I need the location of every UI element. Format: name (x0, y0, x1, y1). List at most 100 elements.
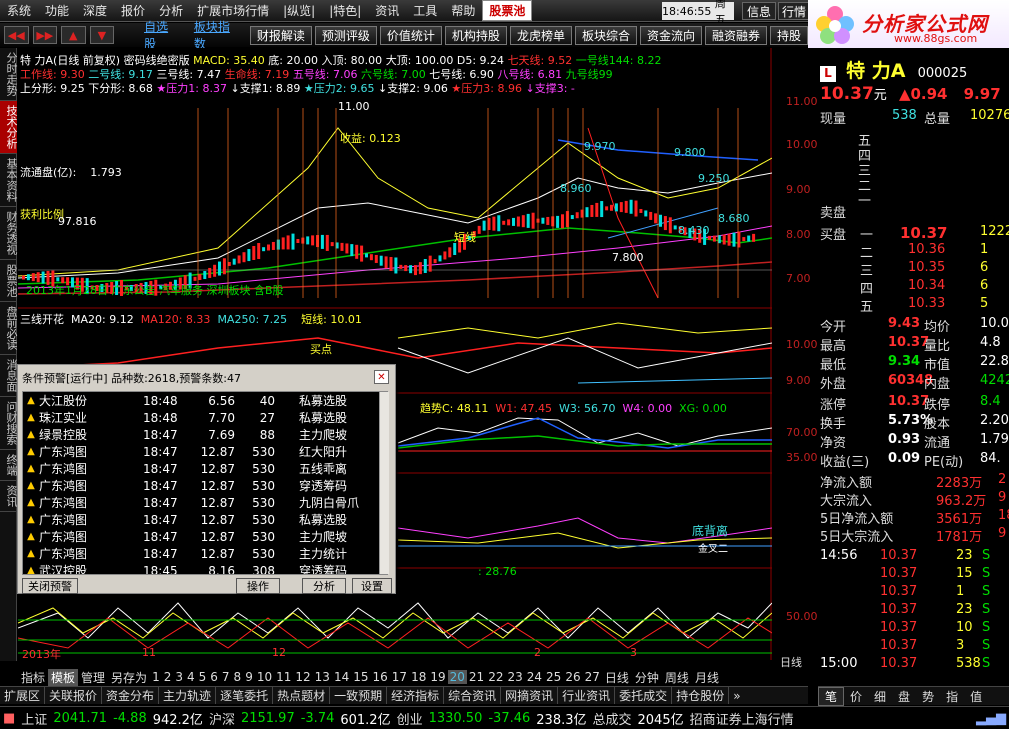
period-minute[interactable]: 分钟 (632, 669, 662, 686)
function-item[interactable]: 热点题材 (273, 687, 331, 704)
template-number[interactable]: 5 (197, 670, 209, 684)
back-button[interactable]: ◀◀ (4, 26, 29, 44)
function-item[interactable]: 扩展区 (0, 687, 46, 704)
btn-sector-overview[interactable]: 板块综合 (574, 25, 637, 45)
template-number[interactable]: 16 (371, 670, 390, 684)
template-number[interactable]: 23 (505, 670, 524, 684)
menu-system[interactable]: 系统 (0, 2, 38, 19)
menu-stock-pool[interactable]: 股票池 (482, 0, 533, 21)
condition-alert-dialog[interactable]: 条件预警[运行中] 品种数:2618,预警条数:47 ✕ ▲ 大江股份 18:48 6… (17, 364, 396, 594)
quote-tab[interactable]: 笔 (818, 686, 845, 706)
expand-icon[interactable]: » (729, 689, 744, 703)
buy-level-row[interactable]: 三 10.35 6 (820, 260, 1009, 279)
menu-extended-market[interactable]: 扩展市场行情 (190, 2, 276, 19)
btn-margin-trading[interactable]: 融资融券 (704, 25, 767, 45)
vtab-premarket[interactable]: 盘前必读 (0, 302, 18, 355)
vtab-technical[interactable]: 技术分析 (0, 101, 18, 154)
template-number[interactable]: 11 (274, 670, 293, 684)
alert-row[interactable]: ▲ 广东鸿图 18:47 12.87 530 主力统计 (23, 545, 387, 562)
template-number[interactable]: 18 (409, 670, 428, 684)
up-button[interactable]: ▲ (61, 26, 86, 44)
alert-list[interactable]: ▲ 大江股份 18:48 6.56 40 私募选股 ▲ 珠江实业 18:48 7.70 27 私募选股… (22, 391, 388, 575)
menu-news[interactable]: 资讯 (368, 2, 406, 19)
alert-row[interactable]: ▲ 珠江实业 18:48 7.70 27 私募选股 (23, 409, 387, 426)
close-alert-button[interactable]: 关闭预警 (22, 578, 78, 594)
info-button[interactable]: 信息 (742, 2, 776, 20)
menu-analysis[interactable]: 分析 (152, 2, 190, 19)
menu-function[interactable]: 功能 (38, 2, 76, 19)
template-number[interactable]: 10 (255, 670, 274, 684)
btn-dragon-tiger-list[interactable]: 龙虎榜单 (509, 25, 572, 45)
template-number[interactable]: 21 (467, 670, 486, 684)
vtab-search[interactable]: 问财搜索 (0, 397, 18, 450)
alert-row[interactable]: ▲ 广东鸿图 18:47 12.87 530 五线乖离 (23, 460, 387, 477)
alert-list-scrollbar[interactable] (379, 392, 389, 574)
vtab-news[interactable]: 消息面 (0, 355, 18, 397)
alert-row[interactable]: ▲ 广东鸿图 18:47 12.87 530 红大阳升 (23, 443, 387, 460)
cy-label[interactable]: 创业 (394, 709, 426, 728)
template-number[interactable]: 6 (208, 670, 220, 684)
template-number[interactable]: 7 (220, 670, 232, 684)
quote-tab[interactable]: 价 (844, 688, 868, 705)
vtab-fundamentals[interactable]: 基本资料 (0, 154, 18, 207)
alert-row[interactable]: ▲ 广东鸿图 18:47 12.87 530 九阴白骨爪 (23, 494, 387, 511)
vtab-financials[interactable]: 财务透视 (0, 207, 18, 260)
template-number[interactable]: 3 (173, 670, 185, 684)
function-item[interactable]: 行业资讯 (558, 687, 616, 704)
alert-row[interactable]: ▲ 广东鸿图 18:47 12.87 530 私募选股 (23, 511, 387, 528)
template-number[interactable]: 15 (351, 670, 370, 684)
template-number[interactable]: 14 (332, 670, 351, 684)
period-day[interactable]: 日线 (602, 669, 632, 686)
template-number[interactable]: 9 (243, 670, 255, 684)
function-item[interactable]: 持仓股份 (672, 687, 730, 704)
template-number[interactable]: 13 (313, 670, 332, 684)
btn-holdings[interactable]: 持股 (770, 25, 809, 45)
alert-row[interactable]: ▲ 广东鸿图 18:47 12.87 530 穿透筹码 (23, 477, 387, 494)
quote-tab[interactable]: 势 (916, 688, 940, 705)
tab-indicator[interactable]: 指标 (18, 669, 48, 686)
tab-template[interactable]: 模板 (48, 668, 79, 686)
btn-financial-report[interactable]: 财报解读 (249, 25, 312, 45)
template-number[interactable]: 24 (525, 670, 544, 684)
alert-row[interactable]: ▲ 广东鸿图 18:47 12.87 530 主力爬坡 (23, 528, 387, 545)
btn-forecast-rating[interactable]: 预测评级 (314, 25, 377, 45)
alert-row[interactable]: ▲ 武汉控股 18:45 8.16 308 穿透筹码 (23, 562, 387, 575)
alert-row[interactable]: ▲ 绿景控股 18:47 7.69 88 主力爬坡 (23, 426, 387, 443)
template-number[interactable]: 20 (447, 670, 467, 684)
dialog-close-button[interactable]: ✕ (374, 370, 389, 384)
template-number[interactable]: 4 (185, 670, 197, 684)
menu-depth[interactable]: 深度 (76, 2, 114, 19)
link-sector-index[interactable]: 板块指数 (186, 18, 247, 52)
template-number[interactable]: 25 (544, 670, 563, 684)
analyze-button[interactable]: 分析 (302, 578, 346, 594)
template-number[interactable]: 8 (232, 670, 244, 684)
network-signal-icon[interactable]: ▂▄▆ (973, 711, 1009, 726)
buy-level-row[interactable]: 二 10.36 1 (820, 242, 1009, 261)
btn-value-stats[interactable]: 价值统计 (379, 25, 442, 45)
hs-label[interactable]: 沪深 (206, 709, 238, 728)
menu-overview[interactable]: |纵览| (276, 2, 322, 19)
quote-tab[interactable]: 指 (940, 688, 964, 705)
function-item[interactable]: 主力轨迹 (159, 687, 217, 704)
template-number[interactable]: 27 (583, 670, 602, 684)
menu-features[interactable]: |特色| (322, 2, 368, 19)
function-item[interactable]: 逐笔委托 (216, 687, 274, 704)
template-number[interactable]: 19 (428, 670, 447, 684)
template-number[interactable]: 12 (293, 670, 312, 684)
function-item[interactable]: 资金分布 (102, 687, 160, 704)
settings-button[interactable]: 设置 (352, 578, 392, 594)
alert-row[interactable]: ▲ 大江股份 18:48 6.56 40 私募选股 (23, 392, 387, 409)
vtab-intraday[interactable]: 分时走势 (0, 48, 18, 101)
buy-level-row[interactable]: 五 10.33 5 (820, 296, 1009, 315)
function-item[interactable]: 关联报价 (45, 687, 103, 704)
forward-button[interactable]: ▶▶ (32, 26, 58, 44)
link-watchlist[interactable]: 自选股 (136, 18, 186, 52)
quote-tab[interactable]: 盘 (892, 688, 916, 705)
btn-institution-holding[interactable]: 机构持股 (444, 25, 507, 45)
vtab-info[interactable]: 资讯 (0, 481, 18, 512)
buy-level-row[interactable]: 一 10.37 1222 (820, 224, 1009, 243)
market-button[interactable]: 行情 (778, 2, 810, 20)
period-month[interactable]: 月线 (692, 669, 722, 686)
template-number[interactable]: 26 (563, 670, 582, 684)
function-item[interactable]: 一致预期 (330, 687, 388, 704)
